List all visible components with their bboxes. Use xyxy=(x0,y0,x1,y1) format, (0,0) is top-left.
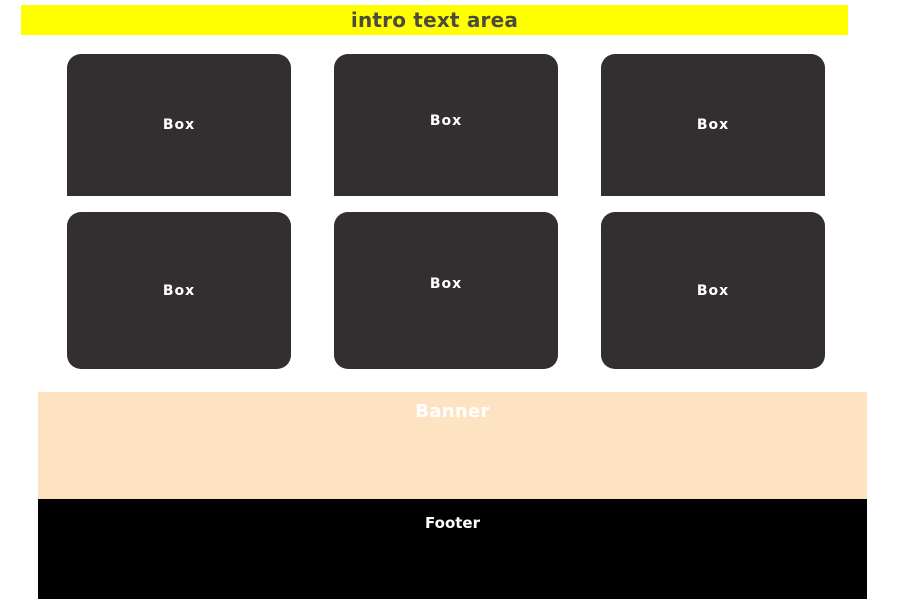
box-6: Box xyxy=(601,212,825,369)
box-label: Box xyxy=(429,113,463,129)
box-label: Box xyxy=(696,282,730,299)
banner: Banner xyxy=(38,392,867,499)
banner-title: Banner xyxy=(415,401,490,422)
box-label: Box xyxy=(429,275,463,292)
box-label: Box xyxy=(696,117,730,133)
footer: Footer xyxy=(38,499,867,599)
box-grid: Box Box Box Box Box Box xyxy=(0,0,899,380)
box-1: Box xyxy=(67,54,291,196)
box-4: Box xyxy=(67,212,291,369)
box-label: Box xyxy=(162,282,196,299)
box-label: Box xyxy=(162,117,196,133)
page: intro text area Box Box Box Box Box Box … xyxy=(0,0,899,599)
footer-title: Footer xyxy=(425,514,480,532)
box-5: Box xyxy=(334,212,558,369)
box-2: Box xyxy=(334,54,558,196)
box-3: Box xyxy=(601,54,825,196)
